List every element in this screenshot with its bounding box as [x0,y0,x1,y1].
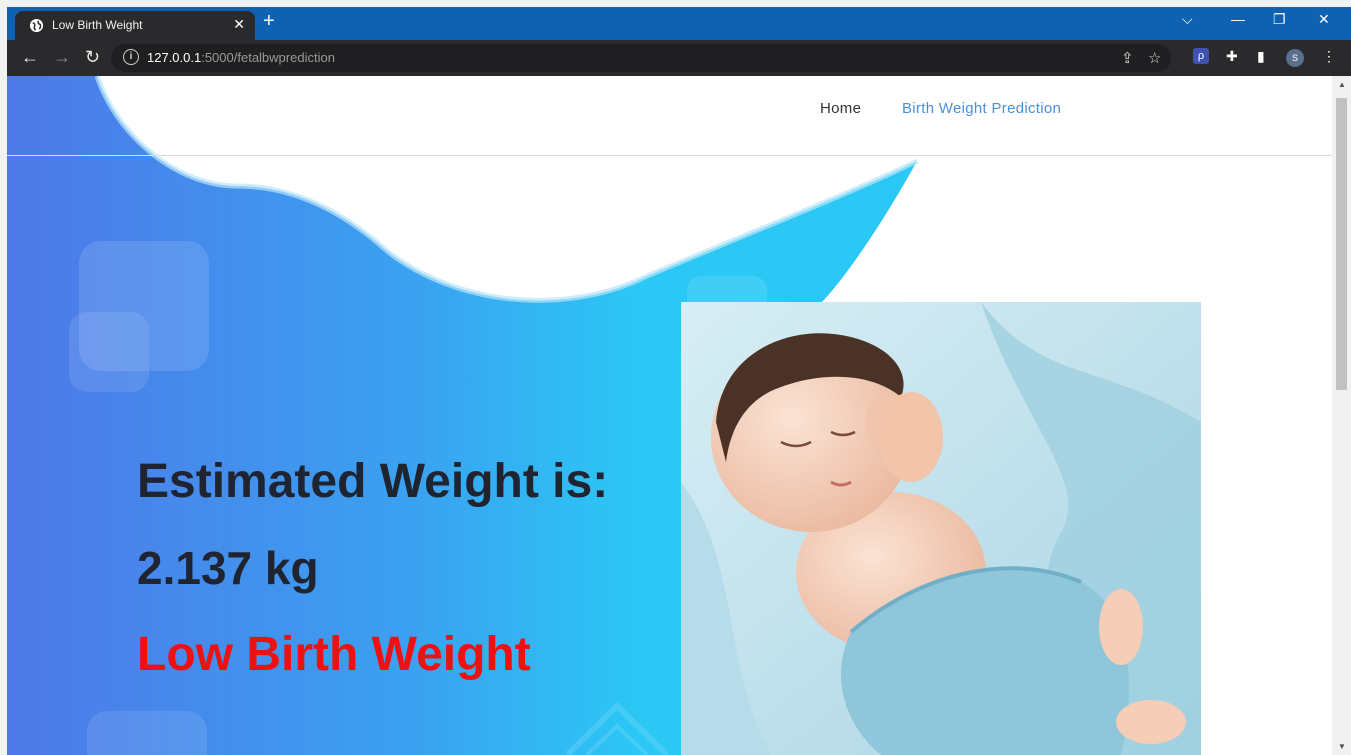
restore-icon[interactable]: ❐ [1273,11,1286,28]
forward-icon[interactable]: → [53,47,71,68]
extension-icon[interactable]: ρ [1193,48,1209,64]
address-bar[interactable]: i 127.0.0.1:5000/fetalbwprediction ⇪ ☆ [111,44,1171,72]
avatar[interactable]: S [1286,49,1304,67]
globe-icon [29,18,44,33]
scroll-up-arrow-icon[interactable]: ▲ [1338,80,1346,89]
puzzle-icon[interactable]: ✚ [1226,48,1238,65]
tab-search-icon[interactable]: ⌵ [1182,11,1193,28]
page-scrollbar[interactable]: ▲ ▼ [1332,76,1351,755]
menu-icon[interactable]: ⋮ [1322,48,1336,65]
estimated-weight-value: 2.137 kg [137,542,319,594]
url-text[interactable]: 127.0.0.1:5000/fetalbwprediction [147,50,335,65]
url-host: 127.0.0.1 [147,50,202,65]
site-info-icon[interactable]: i [123,49,139,65]
sleeping-baby-image [681,302,1201,755]
browser-window: Low Birth Weight ✕ + ⌵ — ❐ ✕ ← → ↻ i 127… [7,7,1351,755]
side-panel-icon[interactable]: ▮ [1257,48,1265,65]
share-icon[interactable]: ⇪ [1121,49,1134,67]
scrollbar-thumb[interactable] [1336,98,1347,390]
close-tab-icon[interactable]: ✕ [233,16,245,33]
back-icon[interactable]: ← [21,47,39,68]
scroll-down-arrow-icon[interactable]: ▼ [1338,742,1346,751]
reload-icon[interactable]: ↻ [85,47,100,68]
nav-link-birth-weight-prediction[interactable]: Birth Weight Prediction [902,100,1061,117]
result-heading: Estimated Weight is: [137,455,609,508]
page-viewport: Home Birth Weight Prediction Estimated W… [7,76,1332,755]
tab-title: Low Birth Weight [52,18,143,32]
close-window-icon[interactable]: ✕ [1318,11,1330,28]
tab-strip: Low Birth Weight ✕ + ⌵ — ❐ ✕ [7,7,1351,40]
url-path: :5000/fetalbwprediction [201,50,335,65]
new-tab-button[interactable]: + [263,10,275,33]
bookmark-star-icon[interactable]: ☆ [1148,49,1161,67]
header-divider [7,155,1332,156]
nav-link-home[interactable]: Home [820,100,861,117]
browser-toolbar: ← → ↻ i 127.0.0.1:5000/fetalbwprediction… [7,40,1351,76]
minimize-icon[interactable]: — [1231,11,1245,27]
weight-classification: Low Birth Weight [137,628,531,681]
browser-tab[interactable]: Low Birth Weight ✕ [15,11,255,40]
